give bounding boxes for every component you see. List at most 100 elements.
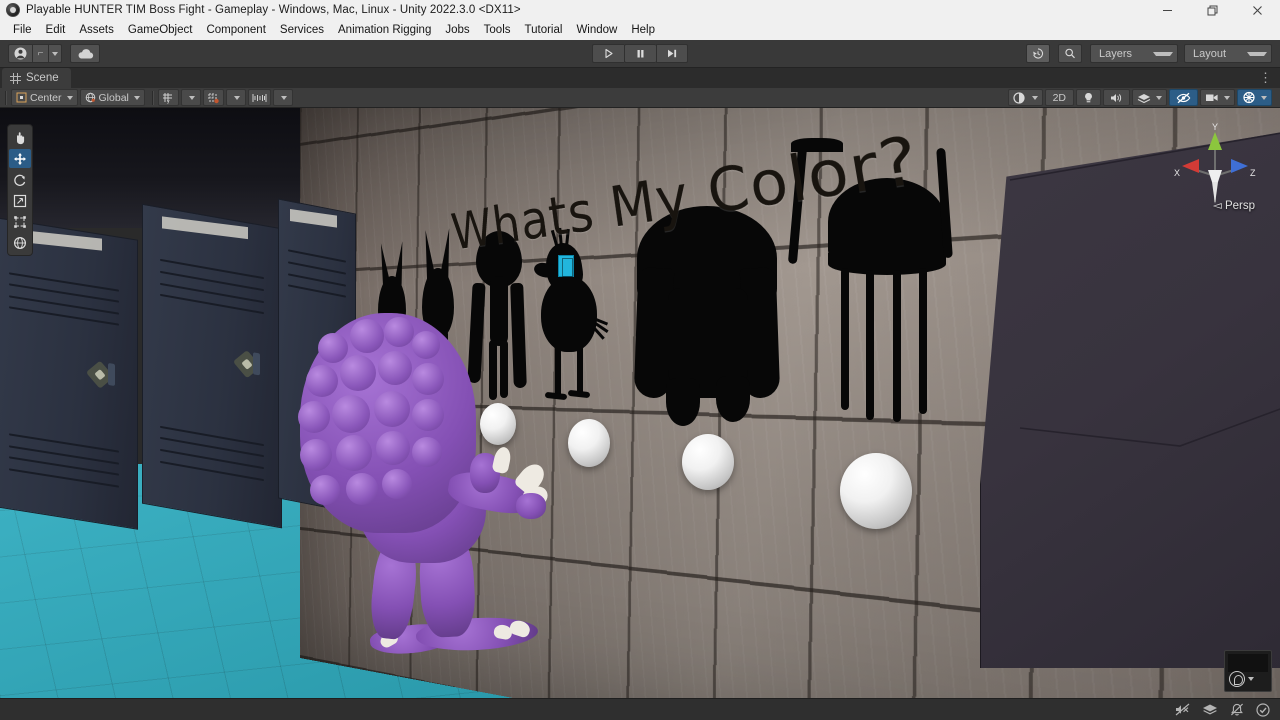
move-tool[interactable] bbox=[9, 149, 31, 168]
notification-off-icon[interactable] bbox=[1230, 703, 1244, 716]
axis-label-z: Z bbox=[1250, 168, 1256, 178]
layers-label: Layers bbox=[1099, 48, 1132, 60]
audio-toggle[interactable] bbox=[1103, 89, 1130, 106]
hidden-objects-toggle[interactable] bbox=[1169, 89, 1198, 106]
menu-window[interactable]: Window bbox=[569, 22, 624, 38]
scene-grid-icon bbox=[10, 73, 21, 84]
hunter-tim-creature[interactable] bbox=[270, 303, 560, 673]
grid-visibility-caret[interactable] bbox=[226, 89, 246, 106]
snap-increment-caret[interactable] bbox=[273, 89, 293, 106]
unity-icon bbox=[6, 3, 20, 17]
silhouette-tentacle bbox=[893, 270, 901, 422]
menu-edit[interactable]: Edit bbox=[39, 22, 73, 38]
creature-claw bbox=[491, 446, 512, 475]
restore-button[interactable] bbox=[1190, 0, 1235, 20]
scale-tool[interactable] bbox=[9, 191, 31, 210]
grid-snap-button[interactable]: y bbox=[158, 89, 179, 106]
menu-services[interactable]: Services bbox=[273, 22, 331, 38]
handle-space-dropdown[interactable]: Global bbox=[80, 89, 145, 106]
snap-increment-icon bbox=[252, 92, 267, 104]
scene-camera-button[interactable] bbox=[1200, 89, 1235, 106]
chevron-down-icon bbox=[1247, 52, 1267, 56]
window-controls bbox=[1145, 0, 1280, 20]
account-icon[interactable] bbox=[8, 44, 32, 63]
mode-2d-toggle[interactable]: 2D bbox=[1045, 89, 1074, 106]
chevron-down-icon bbox=[52, 52, 58, 56]
panel-tabbar: Scene ⋮ bbox=[0, 68, 1280, 88]
target-sphere bbox=[568, 419, 610, 467]
minimize-button[interactable] bbox=[1145, 0, 1190, 20]
silhouette-tentacle bbox=[919, 268, 927, 414]
snap-increment-button[interactable] bbox=[248, 89, 271, 106]
scene-viewport[interactable]: Whats My Color? bbox=[0, 108, 1280, 698]
check-circle-icon[interactable] bbox=[1256, 703, 1270, 717]
rect-tool[interactable] bbox=[9, 212, 31, 231]
scale-icon bbox=[13, 194, 27, 208]
rotate-tool[interactable] bbox=[9, 170, 31, 189]
persp-text: Persp bbox=[1225, 200, 1255, 212]
menubar: File Edit Assets GameObject Component Se… bbox=[0, 20, 1280, 40]
account-caret[interactable] bbox=[48, 44, 62, 63]
selected-object-gizmo[interactable] bbox=[558, 255, 574, 277]
handle-space-label: Global bbox=[99, 92, 129, 104]
scene-tool-palette bbox=[7, 124, 33, 256]
chevron-down-icon[interactable] bbox=[1248, 677, 1254, 681]
search-icon[interactable] bbox=[1058, 44, 1082, 63]
scene-view-mode-label[interactable]: ◅ Persp bbox=[1213, 198, 1255, 212]
grid-visibility-button[interactable] bbox=[203, 89, 224, 106]
grid-snap-caret[interactable] bbox=[181, 89, 201, 106]
axis-label-y: Y bbox=[1212, 122, 1218, 132]
mute-audio-icon[interactable] bbox=[1175, 703, 1190, 716]
play-button[interactable] bbox=[592, 44, 624, 63]
close-button[interactable] bbox=[1235, 0, 1280, 20]
menu-gameobject[interactable]: GameObject bbox=[121, 22, 200, 38]
locker-label bbox=[290, 209, 337, 228]
chevron-down-icon bbox=[1156, 96, 1162, 100]
layout-dropdown[interactable]: Layout bbox=[1184, 44, 1272, 63]
target-sphere bbox=[682, 434, 734, 490]
chevron-down-icon bbox=[67, 96, 73, 100]
transform-icon bbox=[13, 236, 27, 250]
effects-button[interactable] bbox=[1132, 89, 1167, 106]
cloud-icon[interactable] bbox=[70, 44, 100, 63]
menu-tools[interactable]: Tools bbox=[477, 22, 518, 38]
pause-button[interactable] bbox=[624, 44, 656, 63]
more-options-icon[interactable]: ⋮ bbox=[1259, 73, 1280, 83]
menu-component[interactable]: Component bbox=[199, 22, 272, 38]
chevron-down-icon bbox=[134, 96, 140, 100]
lighting-toggle[interactable] bbox=[1076, 89, 1101, 106]
chevron-down-icon bbox=[1032, 96, 1038, 100]
mode-2d-label: 2D bbox=[1053, 92, 1066, 104]
tab-scene[interactable]: Scene bbox=[2, 68, 71, 88]
undo-history-icon[interactable] bbox=[1026, 44, 1050, 63]
menu-tutorial[interactable]: Tutorial bbox=[518, 22, 570, 38]
transform-tool[interactable] bbox=[9, 233, 31, 252]
hand-tool[interactable] bbox=[9, 128, 31, 147]
gizmos-toggle[interactable] bbox=[1237, 89, 1272, 106]
scene-camera-icon bbox=[1205, 92, 1219, 103]
chevron-down-icon bbox=[1153, 52, 1173, 56]
camera-preview-icon[interactable] bbox=[1229, 671, 1245, 687]
layers-dropdown[interactable]: Layers bbox=[1090, 44, 1178, 63]
chevron-down-icon bbox=[1261, 96, 1267, 100]
camera-preview-widget[interactable] bbox=[1224, 650, 1272, 692]
chevron-down-icon bbox=[281, 96, 287, 100]
step-button[interactable] bbox=[656, 44, 688, 63]
axis-label-x: X bbox=[1174, 168, 1180, 178]
menu-jobs[interactable]: Jobs bbox=[438, 22, 476, 38]
menu-assets[interactable]: Assets bbox=[72, 22, 121, 38]
menu-file[interactable]: File bbox=[6, 22, 39, 38]
account-dropdown[interactable]: ⌐ bbox=[8, 44, 62, 63]
menu-help[interactable]: Help bbox=[624, 22, 662, 38]
hidden-objects-icon bbox=[1176, 92, 1191, 104]
collab-icon[interactable] bbox=[1202, 703, 1218, 716]
shading-mode-button[interactable] bbox=[1008, 89, 1043, 106]
tab-scene-label: Scene bbox=[26, 72, 59, 84]
statusbar bbox=[0, 698, 1280, 720]
pivot-mode-dropdown[interactable]: Center bbox=[11, 89, 78, 106]
silhouette-ape-leg bbox=[666, 378, 700, 426]
account-label[interactable]: ⌐ bbox=[32, 44, 48, 63]
effects-icon bbox=[1137, 92, 1151, 104]
menu-animation-rigging[interactable]: Animation Rigging bbox=[331, 22, 438, 38]
layout-label: Layout bbox=[1193, 48, 1226, 60]
